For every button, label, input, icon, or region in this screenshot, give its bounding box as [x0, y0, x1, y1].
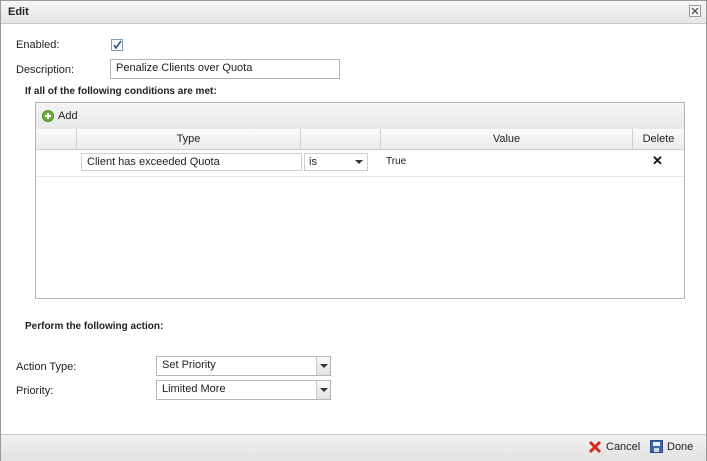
cancel-button[interactable]: Cancel [588, 440, 640, 456]
delete-row-icon[interactable]: ✕ [652, 153, 663, 169]
dialog-title: Edit [8, 6, 29, 18]
action-type-select[interactable]: Set Priority [156, 356, 331, 376]
dialog-titlebar[interactable]: Edit [1, 1, 706, 24]
done-label: Done [667, 441, 694, 453]
header-delete: Delete [632, 129, 684, 149]
grid-header: Type Value Delete [36, 129, 684, 150]
condition-value[interactable]: True [386, 156, 406, 167]
enabled-label: Enabled: [16, 39, 60, 51]
edit-dialog: Edit Enabled: Description: Penalize Clie… [0, 0, 707, 461]
close-button[interactable] [689, 5, 701, 17]
priority-select[interactable]: Limited More [156, 380, 331, 400]
operator-value: is [309, 156, 317, 168]
conditions-toolbar: Add [36, 103, 684, 130]
enabled-checkbox[interactable] [111, 39, 123, 51]
add-condition-button[interactable]: Add [58, 110, 78, 122]
priority-value: Limited More [162, 383, 226, 395]
description-label: Description: [16, 64, 75, 76]
dialog-footer: Cancel Done [1, 434, 706, 461]
plus-circle-icon[interactable] [42, 110, 54, 122]
chevron-down-icon[interactable] [316, 357, 330, 375]
done-button[interactable]: Done [650, 440, 694, 456]
action-heading: Perform the following action: [25, 321, 164, 332]
close-icon [691, 7, 699, 15]
chevron-down-icon[interactable] [316, 381, 330, 399]
header-index [36, 129, 76, 149]
floppy-disk-icon [650, 440, 663, 453]
condition-operator-select[interactable]: is [304, 153, 368, 171]
chevron-down-icon[interactable] [355, 160, 363, 164]
priority-label: Priority: [16, 385, 54, 397]
action-type-value: Set Priority [162, 359, 216, 371]
description-input[interactable]: Penalize Clients over Quota [110, 59, 340, 79]
header-type[interactable]: Type [76, 129, 300, 149]
checkmark-icon [113, 40, 122, 50]
condition-type-field[interactable]: Client has exceeded Quota [81, 153, 302, 171]
cancel-label: Cancel [606, 441, 641, 453]
action-type-label: Action Type: [16, 361, 77, 373]
conditions-heading: If all of the following conditions are m… [25, 86, 217, 97]
conditions-grid: Add Type Value Delete Client has exceede… [35, 102, 685, 299]
table-row[interactable]: Client has exceeded Quota is True ✕ [36, 150, 684, 177]
red-x-icon [588, 440, 602, 454]
header-operator [300, 129, 380, 149]
header-value[interactable]: Value [380, 129, 632, 149]
